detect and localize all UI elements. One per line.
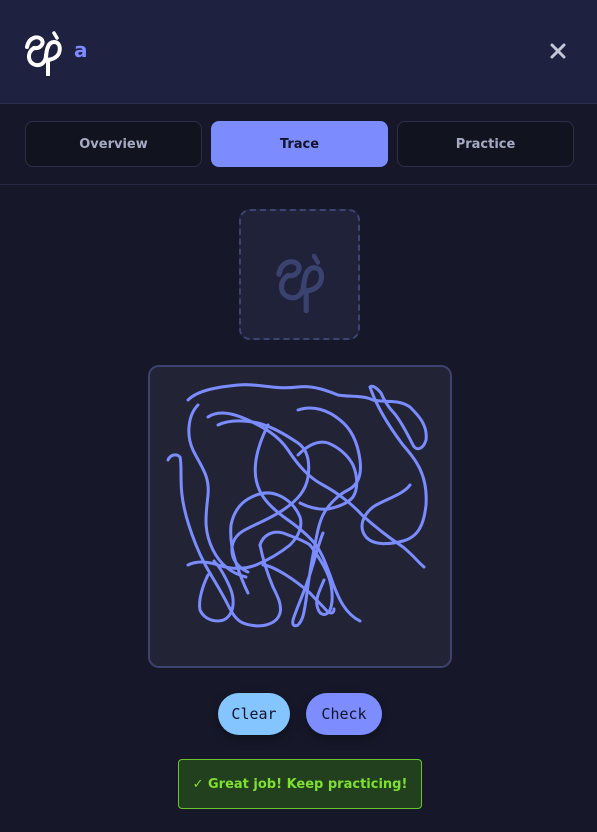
tab-overview-label: Overview: [79, 136, 148, 152]
reference-letter-glyph-icon: [276, 253, 325, 314]
trace-stroke: [291, 406, 362, 628]
trace-stroke: [186, 383, 428, 451]
trace-modal: a Overview Trace Practice Clear Check ✓ …: [0, 0, 597, 832]
success-feedback: ✓ Great job! Keep practicing!: [178, 759, 422, 809]
letter-glyph-icon: [25, 31, 62, 76]
trace-stroke: [360, 385, 428, 546]
trace-stroke: [258, 530, 334, 616]
trace-canvas[interactable]: [148, 365, 452, 668]
tab-practice-label: Practice: [455, 136, 516, 152]
clear-button[interactable]: Clear: [218, 693, 290, 735]
reference-letter-box: [239, 209, 360, 340]
trace-strokes: [166, 383, 428, 628]
tab-trace[interactable]: Trace: [211, 121, 388, 167]
tab-bar: Overview Trace Practice: [0, 104, 597, 185]
close-icon[interactable]: [545, 38, 571, 64]
tab-overview[interactable]: Overview: [25, 121, 202, 167]
check-button[interactable]: Check: [306, 693, 382, 735]
modal-header: a: [0, 0, 597, 104]
tab-practice[interactable]: Practice: [397, 121, 574, 167]
tab-trace-label: Trace: [279, 136, 320, 152]
letter-romanization: a: [74, 38, 88, 62]
feedback-text: ✓ Great job! Keep practicing!: [192, 776, 408, 792]
